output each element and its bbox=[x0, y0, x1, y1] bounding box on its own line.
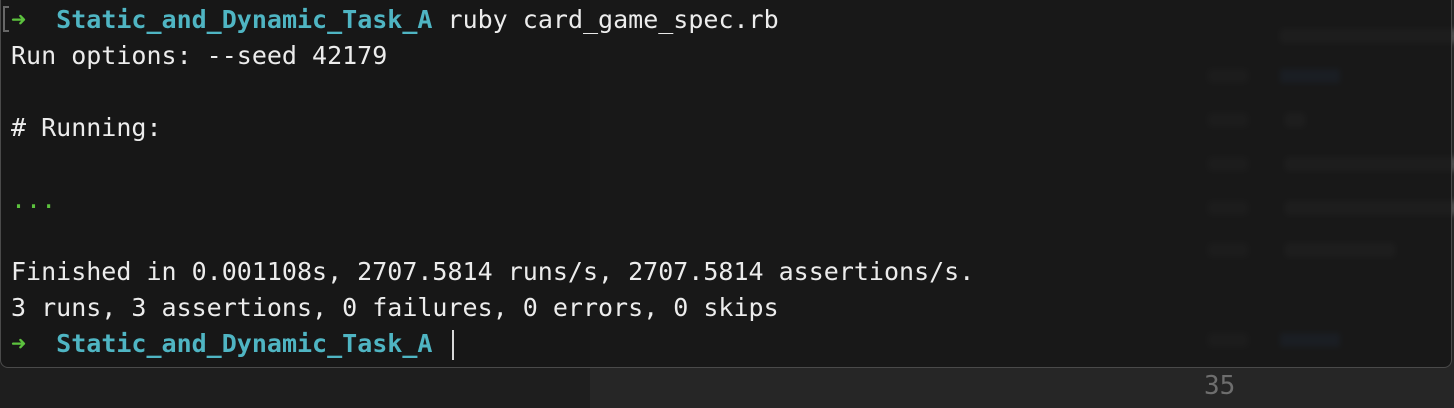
command-line: ➜ Static_and_Dynamic_Task_A ruby card_ga… bbox=[11, 2, 1451, 38]
terminal-output: ➜ Static_and_Dynamic_Task_A ruby card_ga… bbox=[11, 2, 1451, 362]
summary-line: 3 runs, 3 assertions, 0 failures, 0 erro… bbox=[11, 293, 779, 322]
progress-dots: ... bbox=[11, 185, 57, 214]
finished-line: Finished in 0.001108s, 2707.5814 runs/s,… bbox=[11, 257, 975, 286]
running-header: # Running: bbox=[11, 113, 162, 142]
terminal-window[interactable]: ➜ Static_and_Dynamic_Task_A ruby card_ga… bbox=[0, 0, 1452, 368]
prompt-arrow-icon: ➜ bbox=[11, 5, 27, 34]
prompt-cwd: Static_and_Dynamic_Task_A bbox=[56, 5, 433, 34]
text-cursor bbox=[451, 330, 454, 360]
prompt-arrow-icon: ➜ bbox=[11, 329, 27, 358]
prompt-cwd: Static_and_Dynamic_Task_A bbox=[56, 329, 433, 358]
run-options-line: Run options: --seed 42179 bbox=[11, 41, 388, 70]
command-text: ruby card_game_spec.rb bbox=[447, 5, 779, 34]
mark-bracket-icon bbox=[3, 6, 9, 32]
current-prompt-line[interactable]: ➜ Static_and_Dynamic_Task_A bbox=[11, 326, 1451, 362]
editor-line-number: 35 bbox=[1204, 371, 1236, 401]
